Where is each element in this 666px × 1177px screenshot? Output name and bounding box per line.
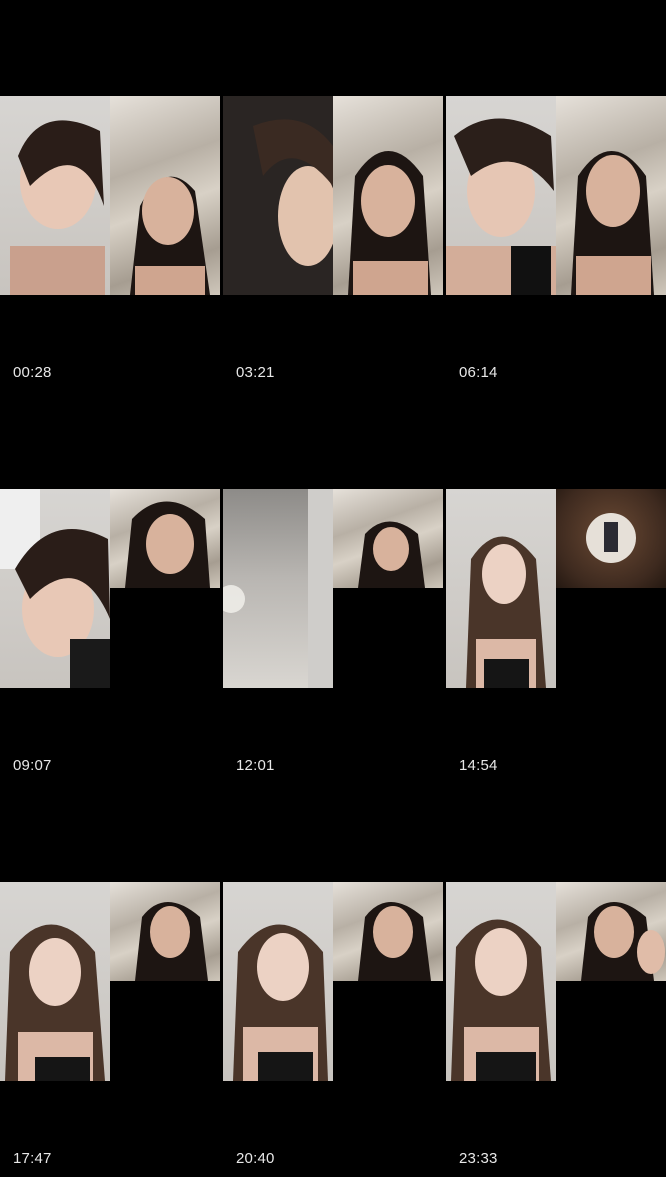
video-frame [0, 96, 220, 295]
video-frame [0, 882, 220, 1081]
thumbnail-00-28[interactable]: 00:28 [0, 0, 220, 391]
video-frame [223, 96, 443, 295]
right-video-pane [556, 96, 666, 295]
video-frame [446, 489, 666, 688]
left-video-pane [446, 96, 556, 295]
timestamp: 00:28 [13, 364, 52, 381]
right-video-pane [110, 489, 220, 588]
timestamp: 06:14 [459, 364, 498, 381]
right-video-pane [556, 489, 666, 588]
timestamp: 14:54 [459, 757, 498, 774]
timestamp: 03:21 [236, 364, 275, 381]
right-video-pane [333, 882, 443, 981]
video-frame [223, 489, 443, 688]
timestamp: 23:33 [459, 1150, 498, 1167]
timestamp: 17:47 [13, 1150, 52, 1167]
thumbnail-grid: 00:28 03:21 06:14 09:07 12:01 14:54 17:4… [0, 0, 666, 1177]
left-video-pane [0, 882, 110, 1081]
left-video-pane [0, 96, 110, 295]
video-frame [446, 882, 666, 1081]
right-video-pane [110, 96, 220, 295]
thumbnail-20-40[interactable]: 20:40 [223, 786, 443, 1177]
timestamp: 20:40 [236, 1150, 275, 1167]
right-video-pane [333, 96, 443, 295]
left-video-pane [446, 882, 556, 1081]
left-video-pane [446, 489, 556, 688]
thumbnail-03-21[interactable]: 03:21 [223, 0, 443, 391]
left-video-pane [223, 96, 333, 295]
video-frame [223, 882, 443, 1081]
thumbnail-09-07[interactable]: 09:07 [0, 393, 220, 784]
right-video-pane [556, 882, 666, 981]
left-video-pane [0, 489, 110, 688]
thumbnail-23-33[interactable]: 23:33 [446, 786, 666, 1177]
timestamp: 12:01 [236, 757, 275, 774]
right-video-pane [333, 489, 443, 588]
right-video-pane [110, 882, 220, 981]
thumbnail-06-14[interactable]: 06:14 [446, 0, 666, 391]
thumbnail-17-47[interactable]: 17:47 [0, 786, 220, 1177]
video-frame [446, 96, 666, 295]
video-frame [0, 489, 220, 688]
left-video-pane [223, 489, 333, 688]
left-video-pane [223, 882, 333, 1081]
thumbnail-14-54[interactable]: 14:54 [446, 393, 666, 784]
timestamp: 09:07 [13, 757, 52, 774]
thumbnail-12-01[interactable]: 12:01 [223, 393, 443, 784]
